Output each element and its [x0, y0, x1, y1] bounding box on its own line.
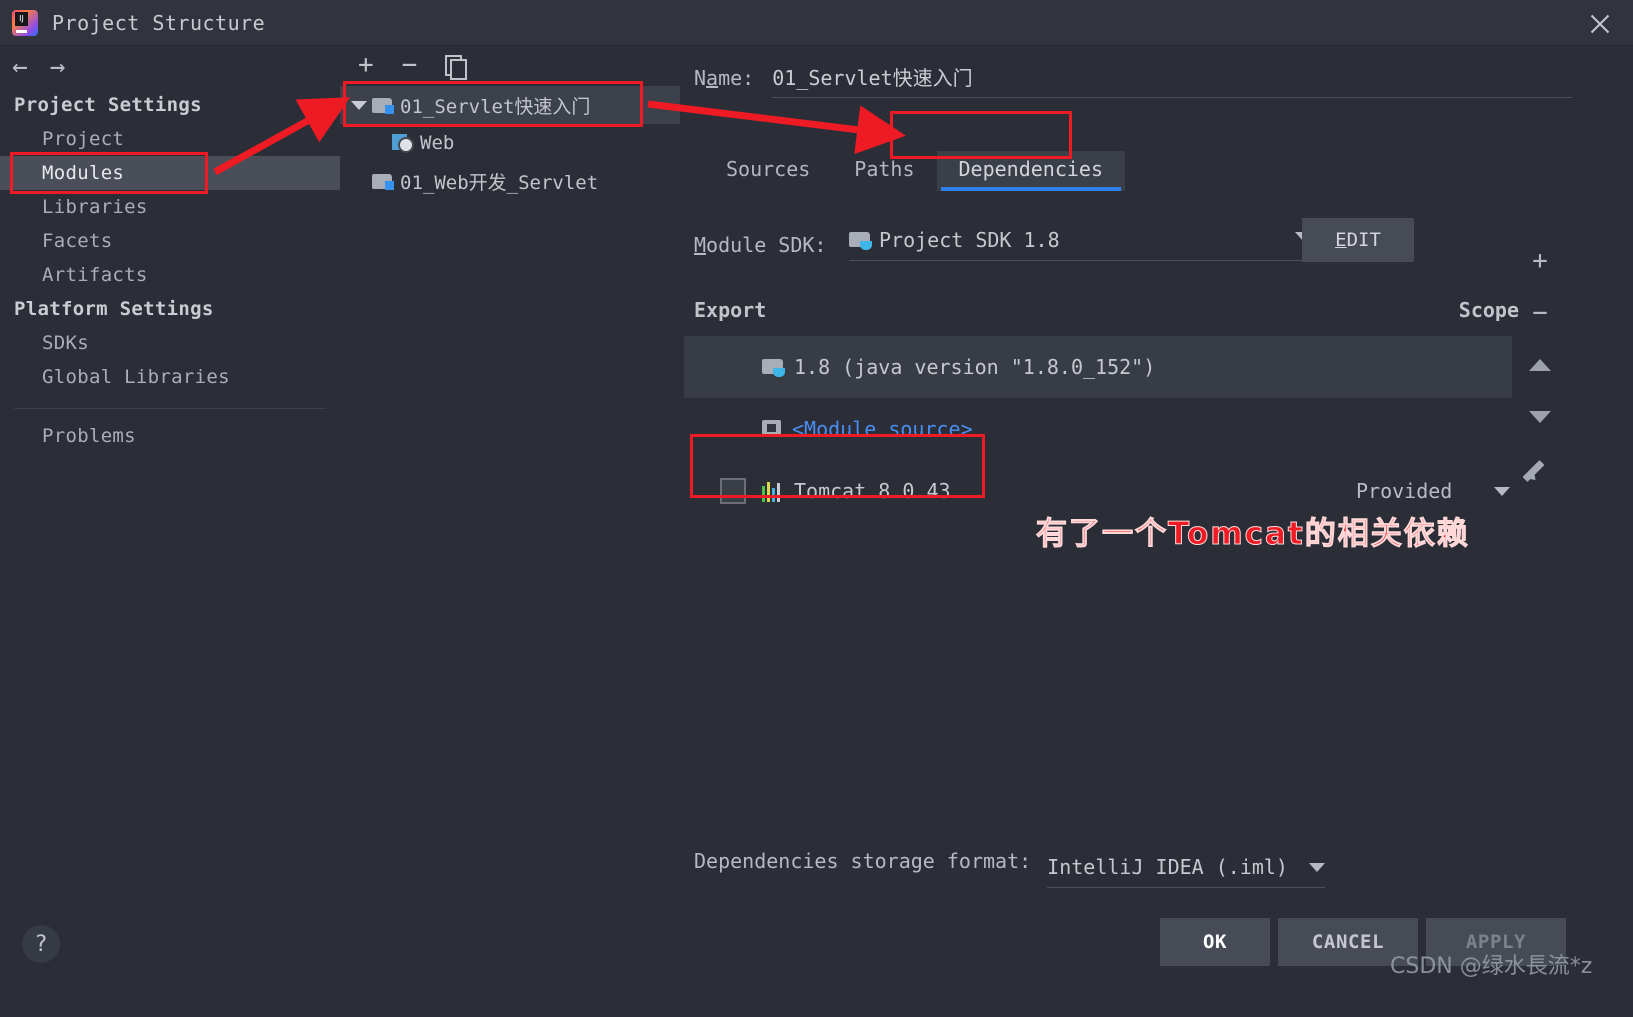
module-sdk-label: Module SDK: [694, 232, 827, 257]
module-name-row: Name: 01_Servlet快速入门 [694, 62, 1573, 98]
module-icon [372, 96, 394, 114]
page-title: Project Structure [52, 10, 266, 35]
arrow-left-icon[interactable]: ← [12, 54, 28, 80]
module-tree-toolbar: + − [340, 44, 680, 86]
module-name-field[interactable]: 01_Servlet快速入门 [772, 62, 1573, 98]
table-row[interactable]: <Module source> [684, 398, 1512, 460]
annotation-note: 有了一个Tomcat的相关依赖 [1036, 516, 1470, 553]
dependency-name: 1.8 (java version "1.8.0_152") [794, 355, 1156, 379]
chevron-down-icon[interactable] [350, 96, 368, 114]
help-icon[interactable]: ? [22, 925, 60, 963]
scope-value: Provided [1356, 479, 1453, 503]
sidebar-group-project-settings: Project Settings [14, 94, 202, 116]
module-name-label: Name: [694, 66, 755, 90]
export-checkbox[interactable] [720, 478, 746, 504]
tree-node-module-webdev-servlet[interactable]: 01_Web开发_Servlet [340, 162, 680, 200]
column-header-scope: Scope [1458, 298, 1519, 322]
arrow-right-icon[interactable]: → [50, 54, 66, 80]
chevron-down-icon[interactable] [1309, 862, 1326, 872]
scope-select[interactable]: Provided [1356, 479, 1511, 503]
move-up-button[interactable] [1525, 350, 1555, 380]
web-facet-icon [392, 133, 414, 153]
dependencies-table: 1.8 (java version "1.8.0_152") <Module s… [684, 336, 1512, 522]
tree-node-label: 01_Web开发_Servlet [400, 171, 599, 194]
sidebar-item-problems[interactable]: Problems [0, 419, 340, 453]
edit-dependency-button[interactable] [1525, 454, 1555, 484]
sidebar-group-platform-settings: Platform Settings [14, 298, 214, 320]
dependency-name: Tomcat 8.0.43 [794, 479, 951, 503]
csdn-watermark: CSDN @绿水長流*z [1390, 954, 1593, 979]
tree-node-label: Web [420, 132, 455, 154]
nav-bar: ← → [0, 46, 340, 88]
sidebar-item-sdks[interactable]: SDKs [0, 326, 340, 360]
module-tabs: Sources Paths Dependencies [704, 151, 1126, 191]
module-icon [372, 172, 394, 190]
tree-node-label: 01_Servlet快速入门 [400, 95, 591, 118]
chevron-down-icon[interactable] [1494, 486, 1511, 496]
module-sdk-value: Project SDK 1.8 [879, 228, 1060, 252]
close-icon[interactable] [1585, 9, 1615, 39]
ok-button[interactable]: OK [1160, 918, 1270, 966]
dependency-name: <Module source> [792, 417, 973, 441]
sidebar-item-facets[interactable]: Facets [0, 224, 340, 258]
plus-icon[interactable]: + [358, 52, 374, 78]
sidebar-divider [14, 408, 326, 409]
title-bar: Project Structure [0, 0, 1633, 46]
dependencies-side-toolbar: + − [1516, 246, 1564, 484]
add-dependency-button[interactable]: + [1525, 246, 1555, 276]
tab-dependencies[interactable]: Dependencies [936, 151, 1126, 191]
tab-sources[interactable]: Sources [704, 151, 832, 191]
remove-dependency-button[interactable]: − [1525, 298, 1555, 328]
copy-icon[interactable] [445, 54, 468, 80]
dependencies-table-header: Export Scope [694, 298, 1519, 322]
minus-icon[interactable]: − [402, 52, 418, 78]
dependencies-storage-row: Dependencies storage format: IntelliJ ID… [694, 833, 1326, 888]
module-sdk-row: Module SDK: Project SDK 1.8 E DIT [694, 218, 1414, 262]
sidebar-item-modules[interactable]: Modules [0, 156, 340, 190]
module-detail-panel: Name: 01_Servlet快速入门 Sources Paths Depen… [680, 46, 1633, 906]
tab-paths[interactable]: Paths [832, 151, 936, 191]
storage-format-select[interactable]: IntelliJ IDEA (.iml) [1047, 855, 1326, 888]
sidebar-item-libraries[interactable]: Libraries [0, 190, 340, 224]
settings-sidebar: Project Settings Project Modules Librari… [0, 88, 340, 908]
tree-node-web-facet[interactable]: Web [340, 124, 680, 162]
sidebar-item-global-libraries[interactable]: Global Libraries [0, 360, 340, 394]
move-down-button[interactable] [1525, 402, 1555, 432]
table-row[interactable]: 1.8 (java version "1.8.0_152") [684, 336, 1512, 398]
tree-node-module-servlet[interactable]: 01_Servlet快速入门 [340, 86, 680, 124]
project-structure-dialog: Project Structure ← → Project Settings P… [0, 0, 1633, 1017]
sidebar-item-artifacts[interactable]: Artifacts [0, 258, 340, 292]
module-tree: 01_Servlet快速入门 Web 01_Web开发_Servlet [340, 86, 680, 906]
edit-sdk-button[interactable]: E DIT [1302, 218, 1414, 262]
tomcat-icon [762, 480, 786, 502]
module-sdk-select[interactable]: Project SDK 1.8 [849, 228, 1319, 261]
jdk-icon [849, 230, 873, 250]
storage-format-label: Dependencies storage format: [694, 848, 1032, 873]
intellij-idea-logo-icon [12, 9, 38, 36]
jdk-icon [762, 357, 786, 377]
sidebar-item-project[interactable]: Project [0, 122, 340, 156]
storage-format-value: IntelliJ IDEA (.iml) [1047, 855, 1288, 879]
module-source-icon [762, 419, 784, 439]
column-header-export: Export [694, 298, 767, 322]
